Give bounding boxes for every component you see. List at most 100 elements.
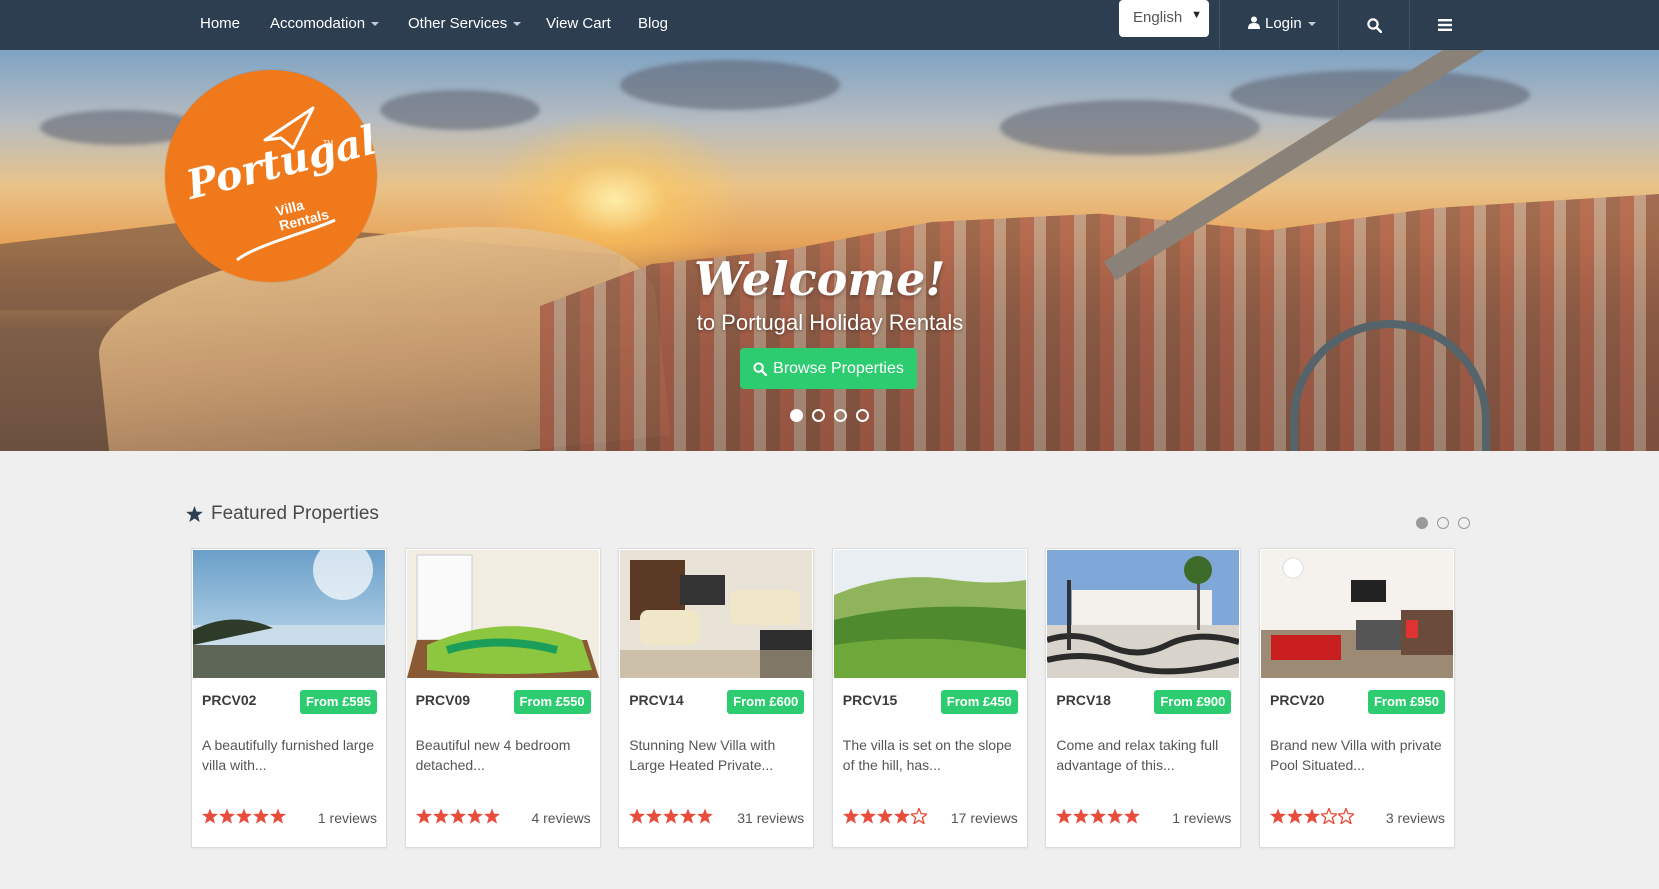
star-filled-icon: [253, 808, 269, 824]
star-filled-icon: [1124, 808, 1141, 824]
price-badge: From £900: [1154, 690, 1232, 714]
star-filled-icon: [483, 808, 500, 824]
star-filled-icon: [1270, 808, 1286, 824]
browse-properties-button[interactable]: Browse Properties: [740, 348, 917, 389]
nav-item-label: View Cart: [546, 15, 611, 32]
caret-down-icon: [513, 22, 522, 27]
review-count[interactable]: 1 reviews: [318, 810, 377, 826]
property-thumbnail[interactable]: [1047, 550, 1240, 678]
property-card[interactable]: PRCV15 From £450 The villa is set on the s…: [831, 548, 1028, 848]
nav-item-accomodation[interactable]: Accomodation: [270, 0, 380, 50]
property-code[interactable]: PRCV14: [629, 692, 683, 708]
search-button[interactable]: [1339, 0, 1409, 50]
star-rating: [629, 808, 714, 824]
pagination-dot[interactable]: [1458, 517, 1470, 529]
nav-item-label: Home: [200, 15, 241, 32]
featured-heading: Featured Properties: [186, 503, 379, 525]
property-description: Stunning New Villa with Large Heated Pri…: [629, 737, 776, 773]
property-card[interactable]: PRCV20 From £950 Brand new Villa with priv…: [1259, 548, 1455, 848]
star-filled-icon: [859, 808, 876, 824]
star-filled-icon: [202, 808, 218, 824]
nav-item-blog[interactable]: Blog: [638, 0, 668, 50]
star-filled-icon: [1107, 808, 1124, 824]
review-count[interactable]: 31 reviews: [737, 810, 804, 826]
property-thumbnail[interactable]: [406, 550, 599, 678]
hamburger-icon: [1438, 19, 1452, 31]
review-count[interactable]: 4 reviews: [531, 810, 590, 826]
search-icon: [753, 361, 768, 376]
star-filled-icon: [697, 808, 714, 824]
property-description: A beautifully furnished large villa with…: [202, 737, 374, 773]
star-rating: [415, 808, 500, 824]
property-card[interactable]: PRCV18 From £900 Come and relax taking ful…: [1045, 548, 1242, 848]
review-count[interactable]: 3 reviews: [1386, 810, 1445, 826]
star-empty-icon: [910, 808, 927, 824]
login-dropdown[interactable]: Login: [1248, 0, 1316, 50]
star-filled-icon: [1304, 808, 1320, 824]
top-navbar: Home Accomodation Other Services View Ca…: [0, 0, 1659, 50]
nav-item-other-services[interactable]: Other Services: [408, 0, 522, 50]
star-filled-icon: [466, 808, 483, 824]
site-logo[interactable]: Portugal TM Villa Rentals: [165, 70, 381, 282]
property-code[interactable]: PRCV18: [1056, 692, 1110, 708]
nav-item-label: Blog: [638, 15, 669, 32]
hero-scenery: [1000, 100, 1260, 155]
menu-button[interactable]: [1410, 0, 1480, 50]
property-card[interactable]: PRCV14 From £600 Stunning New Villa with L…: [618, 548, 815, 848]
user-icon: [1248, 16, 1260, 29]
star-filled-icon: [432, 808, 449, 824]
featured-title: Featured Properties: [211, 503, 379, 524]
star-icon: [186, 506, 203, 522]
browse-label: Browse Properties: [773, 359, 904, 377]
property-thumbnail[interactable]: [620, 550, 813, 678]
star-empty-icon: [1338, 808, 1354, 824]
login-label: Login: [1265, 15, 1302, 32]
property-description: Come and relax taking full advantage of …: [1056, 737, 1219, 773]
carousel-dot[interactable]: [812, 409, 825, 422]
price-badge: From £600: [727, 690, 805, 714]
pagination-dot[interactable]: [1437, 517, 1449, 529]
property-thumbnail[interactable]: [193, 550, 385, 678]
property-card[interactable]: PRCV02 From £595 A beautifully furnished l…: [191, 548, 387, 848]
price-badge: From £950: [1367, 690, 1445, 714]
nav-divider: [1219, 0, 1220, 50]
star-filled-icon: [270, 808, 286, 824]
property-code[interactable]: PRCV02: [202, 692, 256, 708]
property-code[interactable]: PRCV15: [843, 692, 897, 708]
logo-trademark: TM: [323, 140, 334, 147]
carousel-dot[interactable]: [834, 409, 847, 422]
property-thumbnail[interactable]: [1261, 550, 1453, 678]
star-rating: [202, 808, 286, 824]
star-filled-icon: [236, 808, 252, 824]
language-value: English: [1133, 9, 1183, 26]
nav-item-view-cart[interactable]: View Cart: [546, 0, 611, 50]
price-badge: From £595: [299, 690, 377, 714]
carousel-dot[interactable]: [790, 409, 803, 422]
property-description: The villa is set on the slope of the hil…: [842, 737, 1012, 773]
language-select[interactable]: English ▼: [1119, 0, 1209, 37]
price-badge: From £550: [513, 690, 591, 714]
star-rating: [842, 808, 927, 824]
nav-item-label: Accomodation: [270, 15, 366, 32]
star-filled-icon: [663, 808, 680, 824]
carousel-dot[interactable]: [856, 409, 869, 422]
property-card[interactable]: PRCV09 From £550 Beautiful new 4 bedroom d…: [404, 548, 601, 848]
review-count[interactable]: 1 reviews: [1172, 810, 1231, 826]
nav-item-home[interactable]: Home: [200, 0, 240, 50]
property-code[interactable]: PRCV09: [416, 692, 470, 708]
star-filled-icon: [680, 808, 697, 824]
select-arrow-icon: ▼: [1191, 9, 1202, 21]
review-count[interactable]: 17 reviews: [951, 810, 1018, 826]
star-filled-icon: [893, 808, 910, 824]
star-filled-icon: [1073, 808, 1090, 824]
property-thumbnail[interactable]: [833, 550, 1026, 678]
property-code[interactable]: PRCV20: [1270, 692, 1324, 708]
star-filled-icon: [449, 808, 466, 824]
star-filled-icon: [415, 808, 432, 824]
star-filled-icon: [1090, 808, 1107, 824]
star-rating: [1056, 808, 1141, 824]
star-rating: [1270, 808, 1354, 824]
star-filled-icon: [1056, 808, 1073, 824]
pagination-dot[interactable]: [1416, 517, 1428, 529]
carousel-indicators: [790, 409, 869, 422]
